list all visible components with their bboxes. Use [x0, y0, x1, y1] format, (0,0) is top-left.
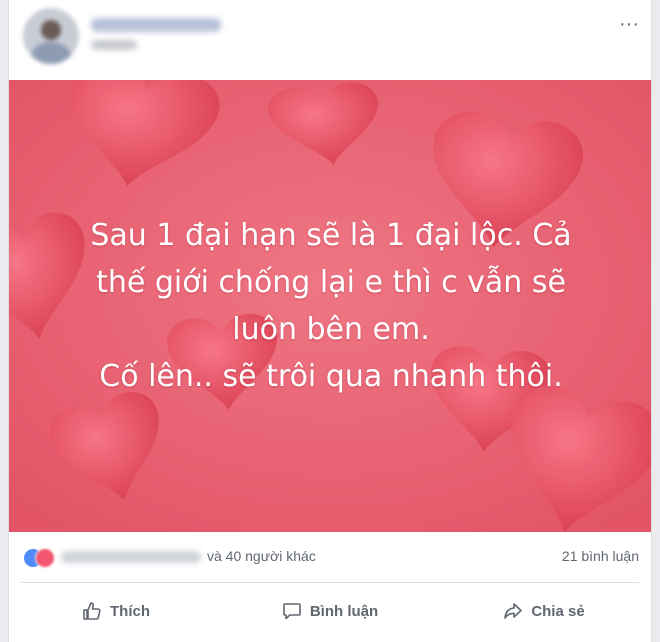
love-reaction-icon — [35, 548, 55, 568]
share-button[interactable]: Chia sẻ — [437, 583, 651, 639]
thumbs-up-icon — [83, 602, 101, 620]
status-background: Sau 1 đại hạn sẽ là 1 đại lộc. Cả thế gi… — [9, 80, 651, 532]
post-card: ··· Sau 1 đại hạn sẽ là 1 đại lộc. Cả th… — [8, 0, 652, 642]
reactions-bar: và 40 người khác 21 bình luận — [9, 532, 651, 582]
avatar-head — [41, 20, 61, 40]
status-text: Sau 1 đại hạn sẽ là 1 đại lộc. Cả thế gi… — [29, 212, 633, 400]
comment-button[interactable]: Bình luận — [223, 583, 437, 639]
post-header: ··· — [9, 0, 651, 80]
others-reacted-link[interactable]: và 40 người khác — [207, 548, 316, 564]
status-line: luôn bên em. — [232, 312, 430, 347]
post-time-blurred[interactable] — [91, 40, 137, 50]
more-horizontal-icon[interactable]: ··· — [617, 14, 641, 34]
reaction-icons[interactable] — [23, 546, 59, 568]
like-button[interactable]: Thích — [9, 583, 223, 639]
comment-button-label: Bình luận — [309, 602, 379, 620]
status-line: thế giới chống lại e thì c vẫn sẽ — [96, 265, 566, 300]
author-name-blurred[interactable] — [91, 18, 221, 32]
share-icon — [504, 603, 523, 619]
share-button-label: Chia sẻ — [531, 602, 585, 620]
status-line: Cố lên.. sẽ trôi qua nhanh thôi. — [99, 359, 563, 394]
action-bar: Thích Bình luận Chia sẻ — [9, 583, 651, 639]
status-line: Sau 1 đại hạn sẽ là 1 đại lộc. Cả — [90, 218, 572, 253]
comments-count-link[interactable]: 21 bình luận — [562, 548, 639, 564]
comment-icon — [283, 603, 301, 620]
like-button-label: Thích — [110, 602, 150, 620]
author-avatar[interactable] — [23, 8, 79, 64]
reactor-names-blurred[interactable] — [61, 551, 201, 563]
avatar-body — [31, 42, 71, 64]
